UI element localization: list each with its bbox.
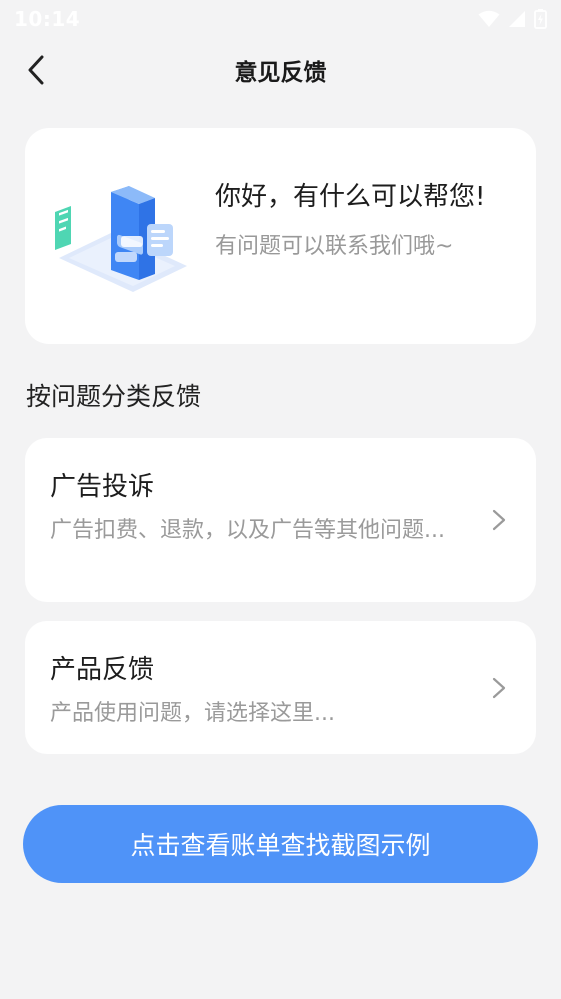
back-arrow-icon xyxy=(28,55,44,85)
status-bar: 10:14 xyxy=(0,0,561,38)
wifi-icon xyxy=(478,10,500,27)
page-title: 意见反馈 xyxy=(234,60,327,86)
greeting-card: 你好，有什么可以帮您! 有问题可以联系我们哦~ xyxy=(25,128,536,344)
battery-icon xyxy=(534,9,547,29)
category-description: 产品使用问题，请选择这里... xyxy=(50,701,335,726)
back-button[interactable] xyxy=(18,52,54,88)
greeting-subtitle: 有问题可以联系我们哦~ xyxy=(215,234,454,259)
signal-icon xyxy=(509,11,525,27)
greeting-title: 你好，有什么可以帮您! xyxy=(215,182,486,212)
category-title: 广告投诉 xyxy=(50,472,155,502)
status-icons xyxy=(478,9,547,29)
category-title: 产品反馈 xyxy=(50,655,155,685)
nav-bar: 意见反馈 xyxy=(0,38,561,102)
section-title: 按问题分类反馈 xyxy=(26,382,202,411)
category-ad-complaint[interactable]: 广告投诉 广告扣费、退款，以及广告等其他问题... xyxy=(25,438,536,602)
chevron-right-icon xyxy=(492,509,506,531)
chevron-right-icon xyxy=(492,677,506,699)
category-description: 广告扣费、退款，以及广告等其他问题... xyxy=(50,518,445,543)
view-bill-screenshot-example-button[interactable]: 点击查看账单查找截图示例 xyxy=(23,805,538,883)
category-product-feedback[interactable]: 产品反馈 产品使用问题，请选择这里... xyxy=(25,621,536,754)
chat-illustration xyxy=(55,186,187,292)
status-time: 10:14 xyxy=(14,7,81,31)
